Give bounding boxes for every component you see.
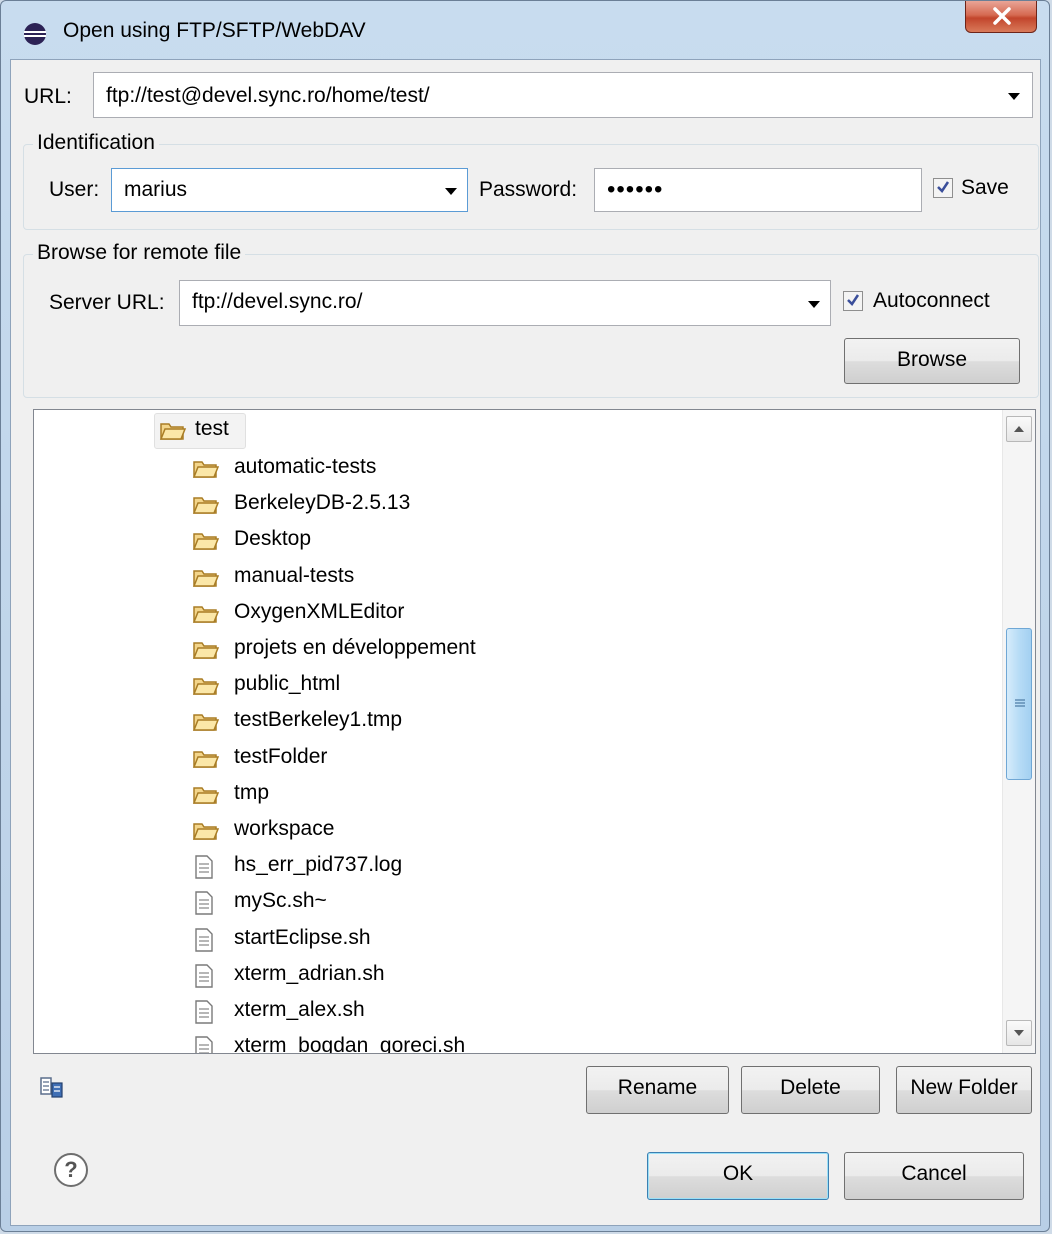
tree-item-label: BerkeleyDB-2.5.13 (234, 491, 411, 515)
delete-button[interactable]: Delete (741, 1066, 880, 1114)
close-button[interactable] (965, 1, 1037, 33)
folder-icon (192, 637, 220, 667)
properties-icon[interactable] (39, 1075, 65, 1101)
tree-item-label: public_html (234, 672, 341, 696)
title-bar: Open using FTP/SFTP/WebDAV (1, 1, 1049, 59)
folder-icon (192, 601, 220, 631)
chevron-down-icon[interactable] (445, 188, 457, 195)
remote-file-tree[interactable]: test automatic-tests BerkeleyDB-2.5.13 Des… (33, 409, 1036, 1054)
scroll-up-button[interactable] (1006, 416, 1032, 442)
tree-item-label: xterm_alex.sh (234, 998, 365, 1021)
password-value: •••••• (607, 176, 664, 203)
new-folder-button-label: New Folder (910, 1076, 1018, 1099)
folder-icon (192, 456, 220, 486)
dialog-client-area: URL: ftp://test@devel.sync.ro/home/test/… (10, 59, 1041, 1226)
tree-item-label: hs_err_pid737.log (234, 853, 403, 877)
server-url-value: ftp://devel.sync.ro/ (192, 290, 363, 313)
url-combo[interactable]: ftp://test@devel.sync.ro/home/test/ (93, 72, 1033, 118)
close-icon (993, 7, 1011, 25)
tree-item-label: Desktop (234, 527, 312, 551)
folder-icon (192, 528, 220, 558)
rename-button[interactable]: Rename (586, 1066, 729, 1114)
tree-item-label: workspace (234, 817, 335, 840)
tree-item-label: projets en développement (234, 636, 476, 659)
dialog-window: Open using FTP/SFTP/WebDAV URL: ftp://te… (0, 0, 1050, 1232)
browse-button[interactable]: Browse (844, 338, 1020, 384)
cancel-button-label: Cancel (901, 1162, 967, 1185)
tree-item-label: xterm_bogdan_goreci.sh (234, 1034, 466, 1054)
chevron-down-icon[interactable] (1008, 93, 1020, 100)
file-icon (192, 1035, 216, 1053)
tree-item-label: testFolder (234, 744, 328, 768)
tree-item-label: automatic-tests (234, 455, 377, 478)
check-icon (937, 181, 950, 193)
vertical-scrollbar[interactable] (1002, 410, 1035, 1053)
tree-item-label: mySc.sh~ (234, 889, 327, 913)
url-value: ftp://test@devel.sync.ro/home/test/ (106, 84, 430, 107)
file-icon (192, 927, 216, 959)
chevron-down-icon[interactable] (808, 301, 820, 308)
folder-icon (192, 673, 220, 703)
autoconnect-label: Autoconnect (873, 289, 990, 312)
folder-icon (192, 782, 220, 812)
autoconnect-checkbox[interactable] (843, 291, 863, 311)
tree-root-item[interactable]: test (154, 413, 246, 449)
password-field[interactable]: •••••• (594, 168, 922, 212)
tree-item-label: startEclipse.sh (234, 925, 371, 949)
folder-icon (192, 492, 220, 522)
folder-icon (192, 818, 220, 848)
arrow-down-icon (1014, 1030, 1024, 1036)
file-icon (192, 890, 216, 922)
file-icon (192, 854, 216, 886)
tree-item-label: OxygenXMLEditor (234, 599, 405, 623)
scrollbar-thumb[interactable] (1006, 628, 1032, 780)
ok-button-label: OK (722, 1162, 754, 1185)
tree-item-label: tmp (234, 780, 270, 804)
ok-button[interactable]: OK (647, 1152, 829, 1200)
help-icon[interactable]: ? (53, 1152, 89, 1188)
folder-icon (192, 709, 220, 739)
tree-root-label: test (195, 417, 229, 440)
delete-button-label: Delete (780, 1076, 841, 1099)
folder-icon (192, 565, 220, 595)
user-value: marius (124, 178, 188, 201)
check-icon (847, 294, 860, 306)
cancel-button[interactable]: Cancel (844, 1152, 1024, 1200)
folder-icon (159, 418, 187, 448)
tree-item-label: testBerkeley1.tmp (234, 708, 403, 732)
folder-icon (192, 746, 220, 776)
server-url-label: Server URL: (49, 291, 165, 314)
tree-item-label: xterm_adrian.sh (234, 961, 385, 985)
eclipse-icon (24, 23, 46, 45)
file-icon (192, 963, 216, 995)
identification-title: Identification (33, 131, 159, 155)
rename-button-label: Rename (617, 1076, 698, 1099)
svg-text:?: ? (64, 1157, 77, 1182)
new-folder-button[interactable]: New Folder (896, 1066, 1032, 1114)
user-combo[interactable]: marius (111, 168, 468, 212)
user-label: User: (49, 178, 100, 201)
password-label: Password: (479, 178, 578, 201)
tree-item-label: manual-tests (234, 563, 355, 587)
url-label: URL: (24, 85, 72, 108)
file-icon (192, 999, 216, 1031)
save-label: Save (961, 176, 1009, 199)
server-url-combo[interactable]: ftp://devel.sync.ro/ (179, 280, 831, 326)
grip-icon (1015, 699, 1025, 707)
browse-button-label: Browse (896, 348, 968, 371)
save-checkbox[interactable] (933, 178, 953, 198)
window-title: Open using FTP/SFTP/WebDAV (63, 19, 366, 42)
arrow-up-icon (1014, 426, 1024, 432)
scroll-down-button[interactable] (1006, 1020, 1032, 1046)
browse-title: Browse for remote file (33, 241, 246, 265)
